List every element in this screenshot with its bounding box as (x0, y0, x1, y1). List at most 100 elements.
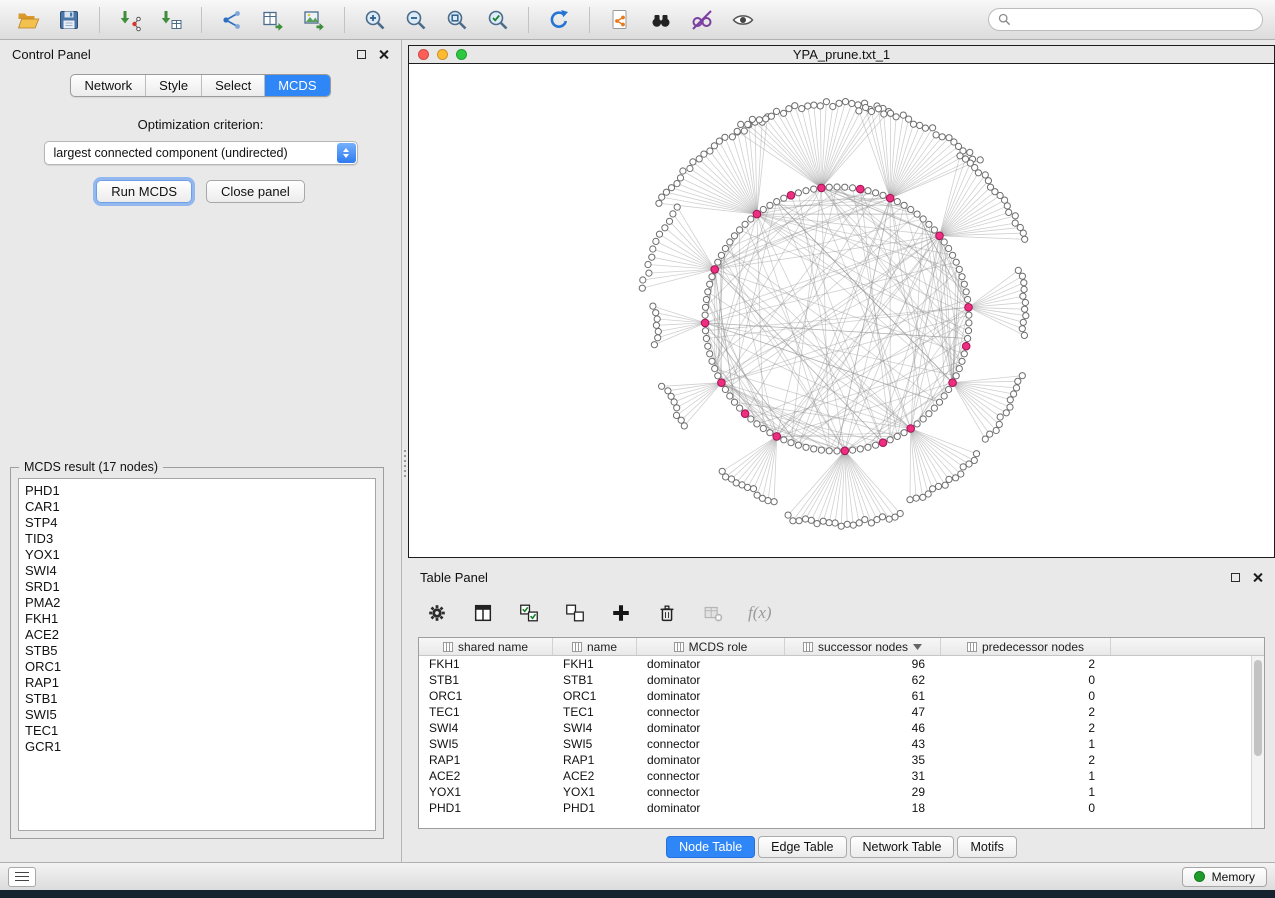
criterion-dropdown[interactable]: largest connected component (undirected) (44, 141, 358, 165)
export-image-button[interactable] (298, 4, 330, 36)
mcds-result-item[interactable]: STB1 (19, 691, 375, 707)
binoculars-button[interactable] (645, 4, 677, 36)
mcds-result-item[interactable]: ORC1 (19, 659, 375, 675)
table-cell: 1 (941, 769, 1111, 783)
table-row[interactable]: ACE2ACE2connector311 (419, 768, 1251, 784)
hamburger-icon (15, 872, 29, 874)
table-row[interactable]: SWI5SWI5connector431 (419, 736, 1251, 752)
table-cell: SWI4 (553, 721, 637, 735)
network-canvas[interactable] (409, 65, 1274, 557)
float-panel-icon[interactable] (357, 50, 366, 59)
tab-edge-table[interactable]: Edge Table (758, 836, 846, 858)
table-cell: 0 (941, 673, 1111, 687)
table-row[interactable]: RAP1RAP1dominator352 (419, 752, 1251, 768)
mcds-result-item[interactable]: SRD1 (19, 579, 375, 595)
mcds-result-item[interactable]: TEC1 (19, 723, 375, 739)
task-history-button[interactable] (8, 867, 36, 887)
table-row[interactable]: PHD1PHD1dominator180 (419, 800, 1251, 816)
table-row[interactable]: TEC1TEC1connector472 (419, 704, 1251, 720)
table-scrollbar[interactable] (1251, 656, 1264, 828)
zoom-fit-button[interactable] (441, 4, 473, 36)
add-column-icon[interactable] (610, 602, 632, 624)
table-cell: PHD1 (419, 801, 553, 815)
eye-button[interactable] (727, 4, 759, 36)
open-file-icon (16, 8, 40, 32)
table-scrollbar-thumb[interactable] (1254, 660, 1262, 756)
refresh-icon (547, 8, 571, 32)
tab-network-table[interactable]: Network Table (850, 836, 955, 858)
table-cell: SWI5 (553, 737, 637, 751)
run-mcds-button[interactable]: Run MCDS (96, 180, 192, 203)
network-title: YPA_prune.txt_1 (409, 47, 1274, 62)
tab-mcds[interactable]: MCDS (265, 75, 329, 96)
deselect-all-icon[interactable] (564, 602, 586, 624)
table-cell: RAP1 (553, 753, 637, 767)
table-row[interactable]: SWI4SWI4dominator462 (419, 720, 1251, 736)
close-table-panel-icon[interactable] (1252, 572, 1263, 583)
zoom-selected-button[interactable] (482, 4, 514, 36)
search-box[interactable] (988, 8, 1263, 31)
mcds-result-item[interactable]: PMA2 (19, 595, 375, 611)
mcds-result-item[interactable]: RAP1 (19, 675, 375, 691)
tab-style[interactable]: Style (146, 75, 202, 96)
tab-select[interactable]: Select (202, 75, 265, 96)
zoom-out-button[interactable] (400, 4, 432, 36)
close-panel-button[interactable]: Close panel (206, 180, 305, 203)
import-table-button[interactable] (155, 4, 187, 36)
mcds-result-item[interactable]: SWI4 (19, 563, 375, 579)
table-cell: 46 (785, 721, 941, 735)
column-header-predecessor-nodes[interactable]: predecessor nodes (941, 638, 1111, 655)
tab-node-table[interactable]: Node Table (666, 836, 755, 858)
tab-network[interactable]: Network (71, 75, 146, 96)
search-input[interactable] (1017, 13, 1253, 27)
column-header-shared-name[interactable]: shared name (419, 638, 553, 655)
save-button[interactable] (53, 4, 85, 36)
table-cell: 62 (785, 673, 941, 687)
export-table-button[interactable] (257, 4, 289, 36)
mcds-result-list[interactable]: PHD1CAR1STP4TID3YOX1SWI4SRD1PMA2FKH1ACE2… (18, 478, 376, 831)
mcds-result-item[interactable]: ACE2 (19, 627, 375, 643)
mcds-result-item[interactable]: YOX1 (19, 547, 375, 563)
import-network-button[interactable] (114, 4, 146, 36)
table-row[interactable]: FKH1FKH1dominator962 (419, 656, 1251, 672)
float-table-panel-icon[interactable] (1231, 573, 1240, 582)
network-graph[interactable] (409, 65, 1274, 557)
table-cell: 47 (785, 705, 941, 719)
column-header-successor-nodes[interactable]: successor nodes (785, 638, 941, 655)
search-icon (998, 13, 1011, 26)
columns-icon[interactable] (472, 602, 494, 624)
column-header-mcds-role[interactable]: MCDS role (637, 638, 785, 655)
hide-glasses-button[interactable] (686, 4, 718, 36)
minimize-window-icon[interactable] (437, 49, 448, 60)
zoom-in-button[interactable] (359, 4, 391, 36)
column-header-name[interactable]: name (553, 638, 637, 655)
maximize-window-icon[interactable] (456, 49, 467, 60)
select-all-icon[interactable] (518, 602, 540, 624)
table-row[interactable]: STB1STB1dominator620 (419, 672, 1251, 688)
memory-button[interactable]: Memory (1182, 867, 1267, 887)
tab-motifs[interactable]: Motifs (957, 836, 1016, 858)
table-cell: FKH1 (419, 657, 553, 671)
close-panel-icon[interactable] (378, 49, 389, 60)
mcds-result-item[interactable]: STP4 (19, 515, 375, 531)
mcds-result-item[interactable]: TID3 (19, 531, 375, 547)
mcds-result-item[interactable]: SWI5 (19, 707, 375, 723)
mcds-result-item[interactable]: STB5 (19, 643, 375, 659)
mcds-result-item[interactable]: PHD1 (19, 483, 375, 499)
gear-icon[interactable] (426, 602, 448, 624)
table-row[interactable]: YOX1YOX1connector291 (419, 784, 1251, 800)
delete-column-icon[interactable] (656, 602, 678, 624)
table-cell: TEC1 (553, 705, 637, 719)
table-row[interactable]: ORC1ORC1dominator610 (419, 688, 1251, 704)
mcds-result-item[interactable]: GCR1 (19, 739, 375, 755)
mcds-result-item[interactable]: CAR1 (19, 499, 375, 515)
export-network-button[interactable] (216, 4, 248, 36)
refresh-button[interactable] (543, 4, 575, 36)
splitter-handle[interactable] (403, 450, 407, 478)
open-file-button[interactable] (12, 4, 44, 36)
mcds-result-item[interactable]: FKH1 (19, 611, 375, 627)
column-type-icon (967, 642, 977, 652)
share-document-button[interactable] (604, 4, 636, 36)
close-window-icon[interactable] (418, 49, 429, 60)
network-titlebar[interactable]: YPA_prune.txt_1 (409, 46, 1274, 64)
